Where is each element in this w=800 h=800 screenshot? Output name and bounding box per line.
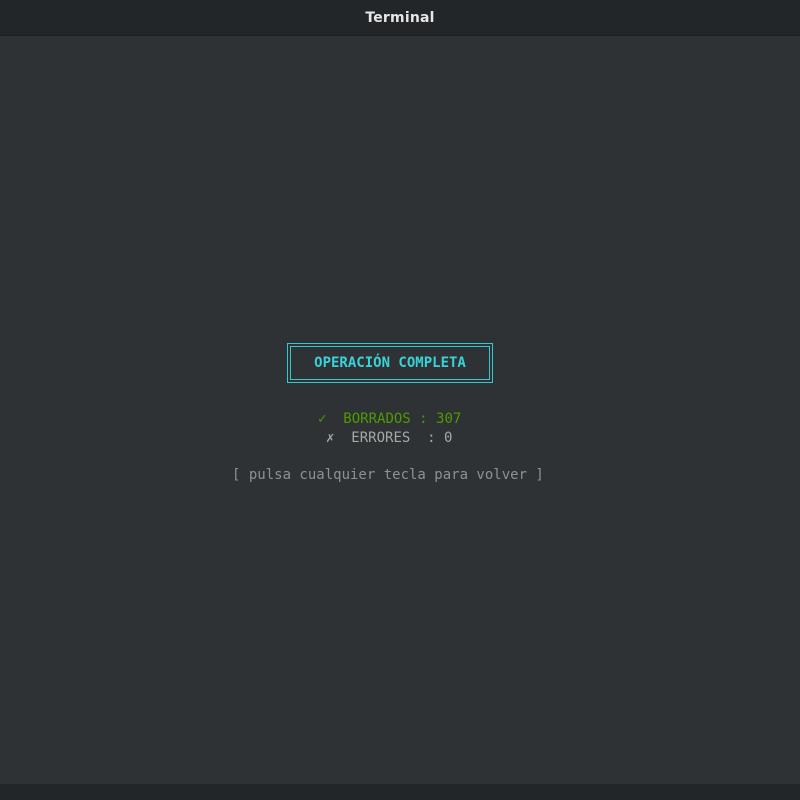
check-icon: ✓	[318, 411, 327, 427]
errors-count-line: ✗ ERRORES : 0	[326, 430, 453, 446]
completion-banner-inner: OPERACIÓN COMPLETA	[290, 346, 490, 380]
title-bar[interactable]: Terminal	[0, 0, 800, 36]
banner-title: OPERACIÓN COMPLETA	[314, 355, 466, 371]
terminal-content[interactable]: OPERACIÓN COMPLETA ✓ BORRADOS : 307 ✗ ER…	[0, 36, 800, 784]
errors-label: ERRORES	[351, 430, 411, 446]
completion-banner: OPERACIÓN COMPLETA	[287, 343, 493, 383]
deleted-count: 307	[436, 411, 462, 427]
terminal-window: Terminal OPERACIÓN COMPLETA ✓ BORRADOS :…	[0, 0, 800, 800]
errors-count: 0	[444, 430, 453, 446]
deleted-count-line: ✓ BORRADOS : 307	[318, 411, 462, 427]
deleted-label: BORRADOS	[343, 411, 411, 427]
bottom-bar	[0, 784, 800, 800]
cross-icon: ✗	[326, 430, 335, 446]
press-any-key-hint: [ pulsa cualquier tecla para volver ]	[232, 467, 544, 483]
window-title: Terminal	[365, 9, 435, 26]
